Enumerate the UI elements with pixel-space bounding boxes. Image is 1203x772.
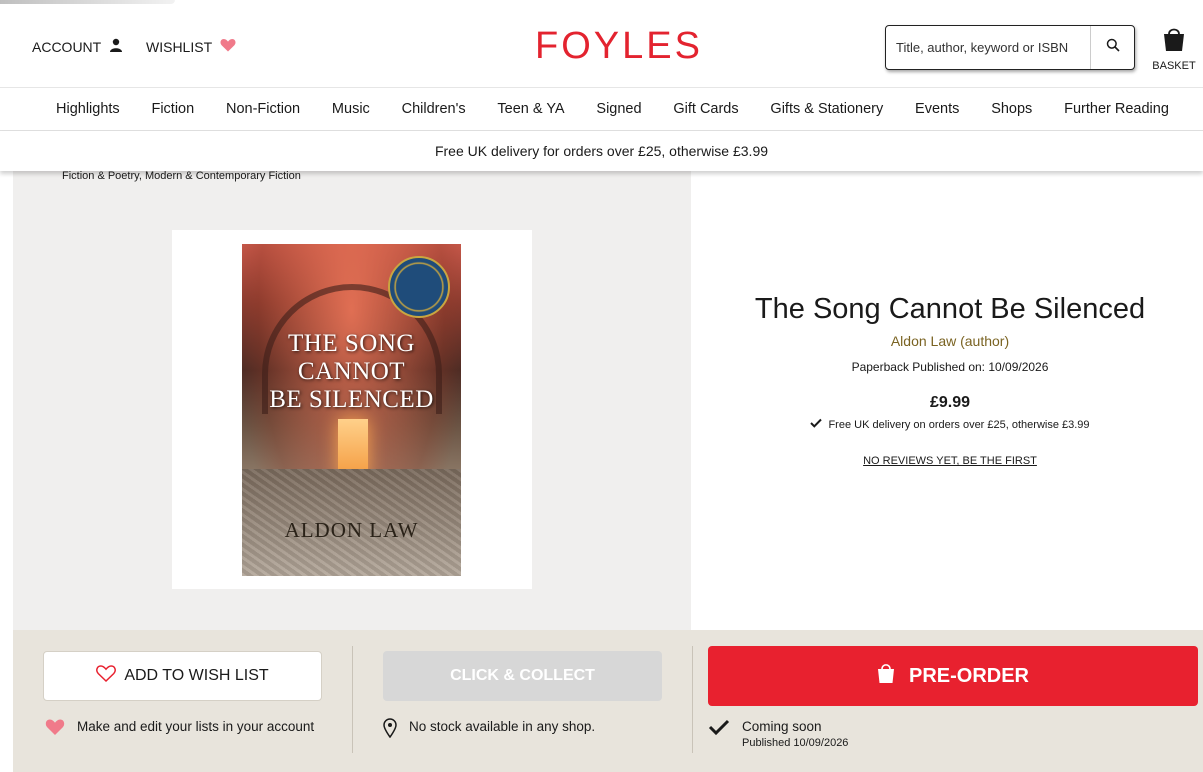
pre-order-status-text: Coming soon Published 10/09/2026 <box>742 718 848 750</box>
search-bar <box>885 25 1135 70</box>
coming-soon-label: Coming soon <box>742 719 822 734</box>
author-link[interactable]: Aldon Law (author) <box>891 333 1009 349</box>
basket-label: BASKET <box>1152 60 1196 72</box>
nav-item-teen-ya[interactable]: Teen & YA <box>497 101 564 117</box>
pre-order-label: PRE-ORDER <box>908 664 1029 687</box>
award-seal-icon <box>388 256 450 318</box>
account-label: ACCOUNT <box>32 38 102 55</box>
delivery-note-text: Free UK delivery on orders over £25, oth… <box>828 418 1090 431</box>
divider <box>692 646 693 753</box>
search-button[interactable] <box>1091 26 1134 69</box>
wishlist-link[interactable]: WISHLIST <box>146 38 236 55</box>
published-date: Published 10/09/2026 <box>742 737 849 749</box>
nav-item-signed[interactable]: Signed <box>596 101 641 117</box>
nav-item-shops[interactable]: Shops <box>991 101 1032 117</box>
nav-item-non-fiction[interactable]: Non-Fiction <box>226 101 300 117</box>
cover-title-line: BE SILENCED <box>269 386 434 413</box>
location-pin-icon <box>383 718 397 743</box>
foyles-logo[interactable]: FOYLES <box>535 24 700 68</box>
divider <box>352 646 353 753</box>
cover-title-line: CANNOT <box>297 358 406 385</box>
click-and-collect-button[interactable]: CLICK & COLLECT <box>383 651 662 701</box>
cover-title: THE SONG CANNOT BE SILENCED <box>242 330 461 414</box>
add-to-wishlist-label: ADD TO WISH LIST <box>124 667 269 684</box>
heart-icon <box>220 38 236 55</box>
shopping-bag-icon <box>1162 26 1186 57</box>
wishlist-info: Make and edit your lists in your account <box>45 718 315 741</box>
add-to-wishlist-button[interactable]: ADD TO WISH LIST <box>43 651 322 701</box>
basket-button[interactable]: BASKET <box>1150 26 1198 72</box>
header-shadow <box>0 0 175 4</box>
wishlist-info-text: Make and edit your lists in your account <box>77 719 315 734</box>
stock-info: No stock available in any shop. <box>383 718 663 743</box>
product-details: The Song Cannot Be Silenced Aldon Law (a… <box>700 290 1200 469</box>
account-link[interactable]: ACCOUNT <box>32 38 123 55</box>
nav-item-fiction[interactable]: Fiction <box>151 101 194 117</box>
delivery-promo-banner: Free UK delivery for orders over £25, ot… <box>0 131 1203 171</box>
product-title: The Song Cannot Be Silenced <box>754 293 1146 325</box>
breadcrumb: Fiction & Poetry, Modern & Contemporary … <box>62 170 301 182</box>
write-review-link[interactable]: NO REVIEWS YET, BE THE FIRST <box>863 455 1037 467</box>
nav-item-gifts-stationery[interactable]: Gifts & Stationery <box>770 101 883 117</box>
heart-outline-icon <box>96 665 117 687</box>
delivery-note: Free UK delivery on orders over £25, oth… <box>700 418 1200 431</box>
nav-item-highlights[interactable]: Highlights <box>56 101 120 117</box>
cover-title-line: THE SONG <box>288 330 415 357</box>
site-header: ACCOUNT WISHLIST FOYLES BASKET <box>0 0 1203 88</box>
nav-item-gift-cards[interactable]: Gift Cards <box>673 101 738 117</box>
nav-item-events[interactable]: Events <box>915 101 959 117</box>
nav-item-childrens[interactable]: Children's <box>402 101 466 117</box>
cover-author: ALDON LAW <box>284 518 419 542</box>
search-input[interactable] <box>886 26 1091 69</box>
breadcrumb-item[interactable]: Modern & Contemporary Fiction <box>145 170 301 182</box>
wishlist-label: WISHLIST <box>146 38 213 55</box>
main-nav: Highlights Fiction Non-Fiction Music Chi… <box>0 88 1203 131</box>
pre-order-button[interactable]: PRE-ORDER <box>708 646 1198 706</box>
format-published-date: Paperback Published on: 10/09/2026 <box>851 360 1049 374</box>
book-cover-image[interactable]: THE SONG CANNOT BE SILENCED ALDON LAW <box>242 244 461 576</box>
checkmark-icon <box>810 418 823 431</box>
product-price: £9.99 <box>929 394 971 411</box>
search-icon <box>1106 38 1120 57</box>
breadcrumb-item[interactable]: Fiction & Poetry <box>62 170 139 182</box>
heart-icon <box>45 718 65 741</box>
nav-item-further-reading[interactable]: Further Reading <box>1064 101 1169 117</box>
checkmark-icon <box>708 718 730 741</box>
pre-order-status: Coming soon Published 10/09/2026 <box>708 718 1008 750</box>
person-icon <box>109 38 123 55</box>
stock-info-text: No stock available in any shop. <box>409 719 596 734</box>
shopping-bag-icon <box>877 662 895 690</box>
nav-item-music[interactable]: Music <box>332 101 370 117</box>
